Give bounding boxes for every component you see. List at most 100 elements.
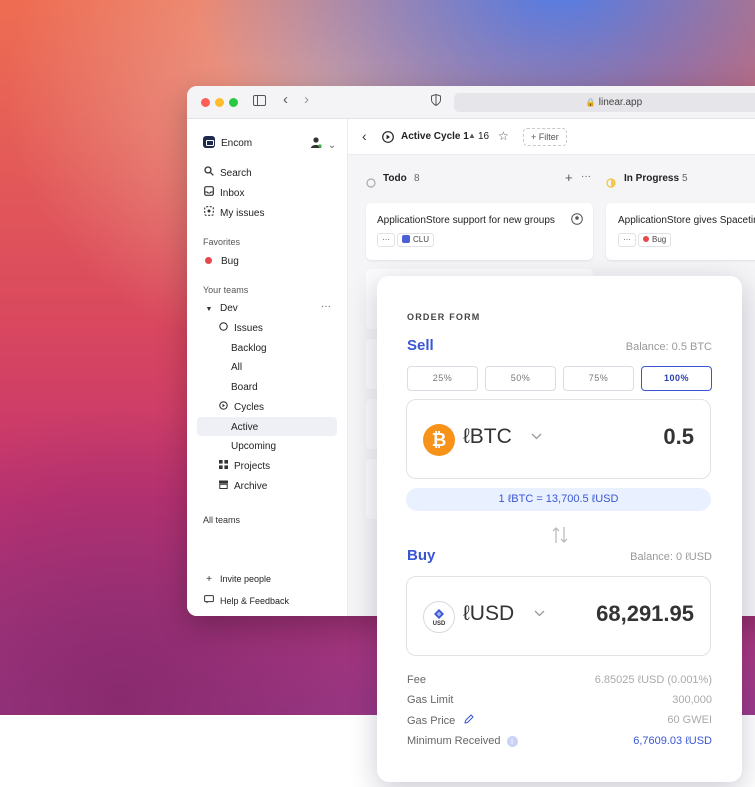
shield-icon[interactable] bbox=[431, 93, 441, 110]
bug-label-dot bbox=[205, 257, 212, 264]
sidebar-item-inbox[interactable]: Inbox bbox=[203, 186, 244, 202]
browser-titlebar: ‹ › 🔒 linear.app bbox=[187, 86, 755, 119]
buy-title: Buy bbox=[407, 547, 436, 564]
buy-balance: Balance: 0 ℓUSD bbox=[630, 551, 712, 563]
team-dev[interactable]: ▼ Dev bbox=[203, 301, 238, 317]
avatar-icon bbox=[310, 137, 325, 151]
sidebar-item-active[interactable]: Active bbox=[231, 420, 258, 436]
invite-label: Invite people bbox=[220, 574, 272, 584]
minimum-received-value: 6,7609.03 ℓUSD bbox=[633, 735, 712, 747]
sidebar-item-label: Board bbox=[231, 382, 258, 393]
all-teams-link[interactable]: All teams bbox=[203, 515, 240, 525]
chevron-down-icon[interactable] bbox=[534, 608, 545, 620]
sidebar-item-search[interactable]: Search bbox=[203, 166, 252, 182]
sell-title: Sell bbox=[407, 337, 434, 354]
edit-pencil-icon[interactable] bbox=[464, 714, 475, 727]
sidebar-item-cycles[interactable]: Cycles bbox=[217, 400, 264, 416]
order-form-panel: ORDER FORM Sell Balance: 0.5 BTC 25% 50%… bbox=[377, 276, 742, 782]
sell-token-symbol[interactable]: ℓBTC bbox=[463, 425, 512, 449]
close-window-button[interactable] bbox=[201, 98, 210, 107]
filter-button[interactable]: + Filter bbox=[523, 128, 567, 146]
sidebar-item-bug[interactable]: Bug bbox=[203, 254, 239, 270]
buy-amount[interactable]: 68,291.95 bbox=[596, 601, 694, 627]
buy-token-symbol[interactable]: ℓUSD bbox=[463, 602, 514, 626]
sidebar-item-upcoming[interactable]: Upcoming bbox=[231, 439, 276, 455]
help-feedback-button[interactable]: Help & Feedback bbox=[203, 593, 289, 609]
column-title-in-progress: In Progress bbox=[624, 173, 680, 184]
column-count-in-progress: 5 bbox=[682, 173, 688, 184]
column-count-todo: 8 bbox=[414, 173, 420, 184]
priority-chip[interactable]: ··· bbox=[377, 233, 395, 247]
exchange-rate: 1 ℓBTC = 13,700.5 ℓUSD bbox=[406, 488, 711, 511]
in-progress-status-icon bbox=[606, 175, 616, 193]
forward-arrow-icon[interactable]: › bbox=[304, 92, 309, 108]
star-icon[interactable]: ☆ bbox=[498, 129, 509, 143]
project-icon bbox=[402, 235, 410, 243]
bitcoin-icon: ₿ bbox=[423, 424, 455, 456]
user-avatar-menu[interactable]: ⌄ bbox=[310, 136, 336, 151]
address-bar[interactable]: 🔒 linear.app bbox=[454, 93, 755, 112]
sidebar-toggle-icon[interactable] bbox=[253, 94, 266, 110]
label-chip[interactable]: Bug bbox=[638, 233, 672, 247]
fee-value: 6.85025 ℓUSD (0.001%) bbox=[594, 674, 712, 686]
sidebar-item-all[interactable]: All bbox=[231, 360, 242, 376]
team-name: Dev bbox=[220, 303, 238, 314]
sidebar-item-my-issues[interactable]: My issues bbox=[203, 206, 264, 222]
sidebar-item-archive[interactable]: Archive bbox=[217, 479, 267, 495]
circle-icon bbox=[217, 321, 229, 337]
sidebar-item-label: Active bbox=[231, 422, 259, 433]
column-title-todo: Todo bbox=[383, 173, 407, 184]
minimum-received-label: Minimum Received bbox=[407, 735, 501, 747]
back-arrow-icon[interactable]: ‹ bbox=[283, 92, 288, 108]
minimize-window-button[interactable] bbox=[215, 98, 224, 107]
sidebar-item-board[interactable]: Board bbox=[231, 380, 258, 396]
maximize-window-button[interactable] bbox=[229, 98, 238, 107]
issue-count: 16 bbox=[478, 131, 490, 142]
column-more-icon[interactable]: ··· bbox=[581, 171, 591, 182]
bug-dot-icon bbox=[643, 236, 649, 242]
priority-chip[interactable]: ··· bbox=[618, 233, 636, 247]
gas-limit-value: 300,000 bbox=[672, 694, 712, 706]
gas-price-row: Gas Price bbox=[407, 714, 475, 727]
issue-card[interactable]: ApplicationStore support for new groups … bbox=[366, 203, 593, 260]
label-text: Bug bbox=[652, 235, 667, 244]
page-title: Active Cycle 1 bbox=[401, 131, 469, 142]
sell-balance: Balance: 0.5 BTC bbox=[625, 341, 712, 353]
percent-50-button[interactable]: 50% bbox=[485, 366, 556, 391]
add-issue-icon[interactable]: + bbox=[565, 170, 573, 185]
grid-icon bbox=[217, 459, 229, 475]
minimum-received-row: Minimum Received i bbox=[407, 735, 518, 747]
issue-card[interactable]: ApplicationStore gives Spacetim ··· Bug bbox=[606, 203, 755, 260]
workspace-switcher[interactable]: Encom bbox=[203, 136, 252, 152]
sidebar-item-backlog[interactable]: Backlog bbox=[231, 341, 267, 357]
chevron-down-icon[interactable] bbox=[531, 431, 542, 443]
invite-people-button[interactable]: + Invite people bbox=[203, 571, 271, 587]
assignee-avatar-icon[interactable] bbox=[571, 213, 583, 228]
lock-icon: 🔒 bbox=[585, 98, 596, 107]
sidebar-item-issues[interactable]: Issues bbox=[217, 321, 263, 337]
sell-token-box[interactable]: ₿ ℓBTC 0.5 bbox=[406, 399, 711, 479]
archive-icon bbox=[217, 479, 229, 495]
percent-25-button[interactable]: 25% bbox=[407, 366, 478, 391]
sidebar-item-label: Cycles bbox=[234, 402, 265, 413]
issue-title: ApplicationStore gives Spacetim bbox=[618, 215, 755, 226]
swap-arrows-icon[interactable] bbox=[552, 526, 568, 548]
sidebar-item-projects[interactable]: Projects bbox=[217, 459, 270, 475]
gas-price-value: 60 GWEI bbox=[667, 714, 712, 726]
label-chip[interactable]: CLU bbox=[397, 233, 435, 247]
sidebar-item-label: Bug bbox=[221, 256, 239, 267]
buy-token-box[interactable]: USD ℓUSD 68,291.95 bbox=[406, 576, 711, 656]
active-item-highlight bbox=[197, 417, 337, 436]
teams-heading: Your teams bbox=[203, 285, 249, 295]
team-more-icon[interactable]: ··· bbox=[321, 301, 331, 312]
percent-75-button[interactable]: 75% bbox=[563, 366, 634, 391]
cycle-play-icon bbox=[382, 131, 394, 146]
workspace-logo-icon bbox=[203, 136, 215, 148]
info-icon[interactable]: i bbox=[506, 736, 518, 747]
sidebar-item-label: Upcoming bbox=[231, 441, 277, 452]
percent-100-button[interactable]: 100% bbox=[641, 366, 712, 391]
label-text: CLU bbox=[413, 235, 430, 244]
back-icon[interactable]: ‹ bbox=[362, 128, 367, 144]
caret-down-icon: ▼ bbox=[205, 306, 213, 313]
sell-amount[interactable]: 0.5 bbox=[663, 424, 694, 450]
